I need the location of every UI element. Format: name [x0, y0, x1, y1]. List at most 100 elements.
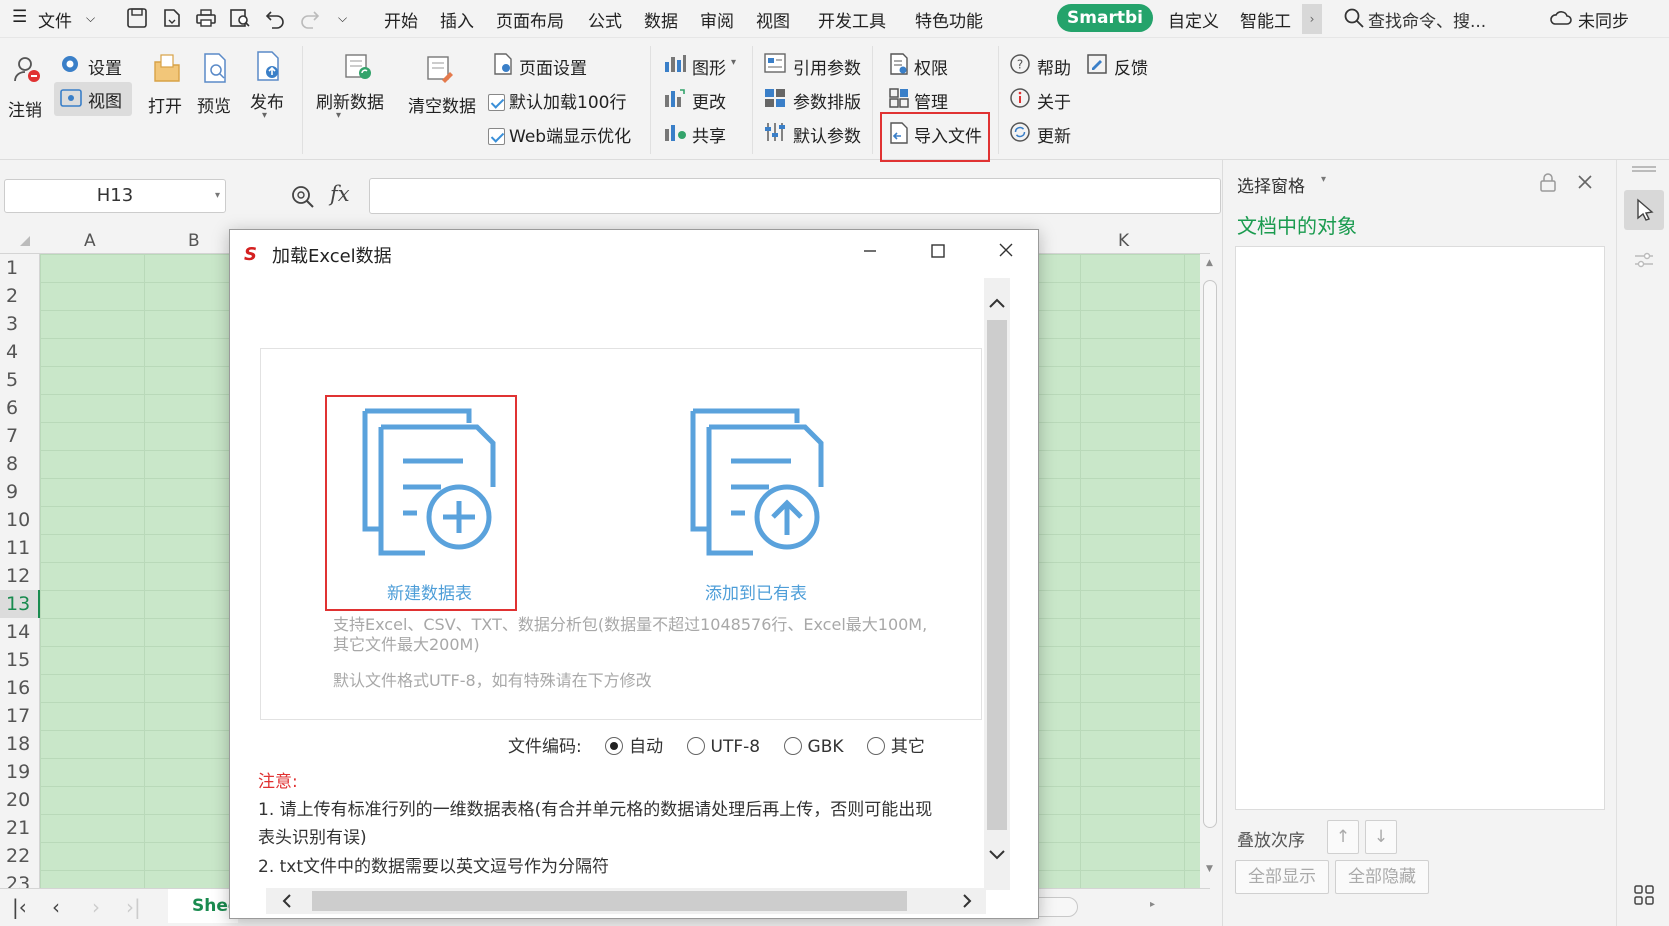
- minimize-icon[interactable]: [850, 236, 890, 266]
- column-header-b[interactable]: B: [188, 231, 200, 251]
- chevron-down-icon[interactable]: ⌵: [86, 11, 95, 26]
- search-icon[interactable]: [1342, 6, 1366, 30]
- row-header[interactable]: 14: [0, 618, 40, 646]
- graph-dropdown-icon[interactable]: ▾: [731, 57, 736, 68]
- add-to-existing-button[interactable]: 添加到已有表: [705, 579, 807, 604]
- tab-formulas[interactable]: 公式: [588, 7, 622, 32]
- tab-data[interactable]: 数据: [644, 7, 678, 32]
- row-header[interactable]: 17: [0, 702, 40, 730]
- column-header-k[interactable]: K: [1118, 231, 1129, 251]
- page-setup-button[interactable]: 页面设置: [519, 54, 587, 79]
- next-sheet-icon[interactable]: ›: [92, 895, 100, 919]
- show-all-button[interactable]: 全部显示: [1235, 860, 1329, 894]
- tab-smart-tools[interactable]: 智能工: [1240, 7, 1291, 32]
- properties-icon[interactable]: [1633, 250, 1655, 272]
- row-header[interactable]: 23: [0, 870, 40, 888]
- row-header[interactable]: 20: [0, 786, 40, 814]
- radio-icon[interactable]: [783, 737, 802, 755]
- change-button[interactable]: 更改: [692, 88, 726, 113]
- manage-icon[interactable]: [888, 87, 910, 109]
- row-header[interactable]: 11: [0, 534, 40, 562]
- tab-developer[interactable]: 开发工具: [818, 7, 886, 32]
- grid-apps-icon[interactable]: [1633, 884, 1655, 906]
- objects-list[interactable]: [1235, 246, 1605, 810]
- row-header[interactable]: 7: [0, 422, 40, 450]
- scroll-down-icon[interactable]: ▼: [1206, 864, 1213, 874]
- select-all-icon[interactable]: [20, 236, 30, 246]
- row-header[interactable]: 2: [0, 282, 40, 310]
- manage-button[interactable]: 管理: [914, 88, 948, 113]
- row-header[interactable]: 13: [0, 590, 40, 618]
- row-header[interactable]: 5: [0, 366, 40, 394]
- last-sheet-icon[interactable]: ›|: [126, 895, 141, 919]
- permissions-icon[interactable]: [888, 52, 910, 76]
- row-header[interactable]: 16: [0, 674, 40, 702]
- feedback-button[interactable]: 反馈: [1114, 54, 1148, 79]
- customize-quick-access-icon[interactable]: ⌵: [338, 11, 347, 26]
- zoom-formula-icon[interactable]: [290, 184, 316, 210]
- row-header[interactable]: 4: [0, 338, 40, 366]
- checkbox-checked-icon[interactable]: [488, 128, 505, 145]
- param-layout-button[interactable]: 参数排版: [793, 88, 861, 113]
- tab-scroll-right-icon[interactable]: ›: [1302, 4, 1322, 34]
- radio-selected-icon[interactable]: [605, 737, 624, 755]
- new-table-icon[interactable]: [359, 407, 499, 559]
- radio-icon[interactable]: [686, 737, 705, 755]
- row-header[interactable]: 9: [0, 478, 40, 506]
- refresh-data-icon[interactable]: [342, 52, 374, 82]
- tab-review[interactable]: 审阅: [700, 7, 734, 32]
- default-params-button[interactable]: 默认参数: [793, 122, 861, 147]
- dialog-hscroll-thumb[interactable]: [312, 891, 907, 911]
- row-header[interactable]: 8: [0, 450, 40, 478]
- import-file-icon[interactable]: [888, 121, 910, 145]
- scroll-down-icon[interactable]: [988, 848, 1006, 862]
- encoding-auto-radio[interactable]: 自动: [605, 737, 663, 757]
- help-button[interactable]: 帮助: [1037, 54, 1071, 79]
- row-header[interactable]: 10: [0, 506, 40, 534]
- pane-title-dropdown-icon[interactable]: ▾: [1321, 174, 1326, 185]
- new-table-button[interactable]: 新建数据表: [387, 579, 472, 604]
- update-button[interactable]: 更新: [1037, 122, 1071, 147]
- tab-home[interactable]: 开始: [384, 7, 418, 32]
- web-display-optimize-checkbox[interactable]: Web端显示优化: [488, 122, 631, 147]
- undo-icon[interactable]: [263, 6, 287, 30]
- encoding-gbk-radio[interactable]: GBK: [783, 737, 844, 757]
- sheet-tab-active[interactable]: Shee: [168, 889, 238, 923]
- tab-insert[interactable]: 插入: [440, 7, 474, 32]
- param-layout-icon[interactable]: [763, 87, 787, 109]
- name-box[interactable]: H13 ▾: [4, 179, 226, 213]
- tab-view[interactable]: 视图: [756, 7, 790, 32]
- refresh-data-button[interactable]: 刷新数据: [316, 88, 384, 113]
- prev-sheet-icon[interactable]: ‹: [52, 895, 60, 919]
- dialog-vertical-scrollbar[interactable]: [984, 278, 1010, 890]
- column-header-a[interactable]: A: [84, 231, 96, 251]
- scroll-up-icon[interactable]: [988, 296, 1006, 310]
- clear-data-icon[interactable]: [424, 54, 456, 84]
- logout-icon[interactable]: [12, 54, 42, 84]
- update-icon[interactable]: [1009, 121, 1031, 143]
- scroll-left-icon[interactable]: [280, 893, 294, 909]
- settings-button[interactable]: 设置: [88, 54, 122, 79]
- dialog-horizontal-scrollbar[interactable]: [266, 888, 986, 914]
- about-button[interactable]: 关于: [1037, 88, 1071, 113]
- row-header[interactable]: 18: [0, 730, 40, 758]
- preview-icon[interactable]: [201, 52, 229, 84]
- scroll-right-icon[interactable]: [960, 893, 974, 909]
- cloud-sync-icon[interactable]: [1548, 6, 1574, 30]
- formula-input[interactable]: [369, 178, 1221, 214]
- reference-params-icon[interactable]: [763, 52, 787, 74]
- scroll-right-icon[interactable]: ▸: [1150, 899, 1155, 910]
- import-file-button[interactable]: 导入文件: [914, 122, 982, 147]
- row-header[interactable]: 22: [0, 842, 40, 870]
- print-preview-icon[interactable]: [228, 6, 252, 30]
- default-params-icon[interactable]: [763, 121, 787, 143]
- maximize-icon[interactable]: [918, 236, 958, 266]
- preview-button[interactable]: 预览: [197, 92, 231, 117]
- close-icon[interactable]: [986, 236, 1026, 266]
- scroll-thumb[interactable]: [1203, 280, 1217, 828]
- hamburger-icon[interactable]: ☰: [12, 7, 27, 27]
- tab-special-features[interactable]: 特色功能: [915, 7, 983, 32]
- info-icon[interactable]: [1009, 87, 1031, 109]
- encoding-other-radio[interactable]: 其它: [866, 737, 925, 757]
- add-to-existing-icon[interactable]: [687, 407, 827, 559]
